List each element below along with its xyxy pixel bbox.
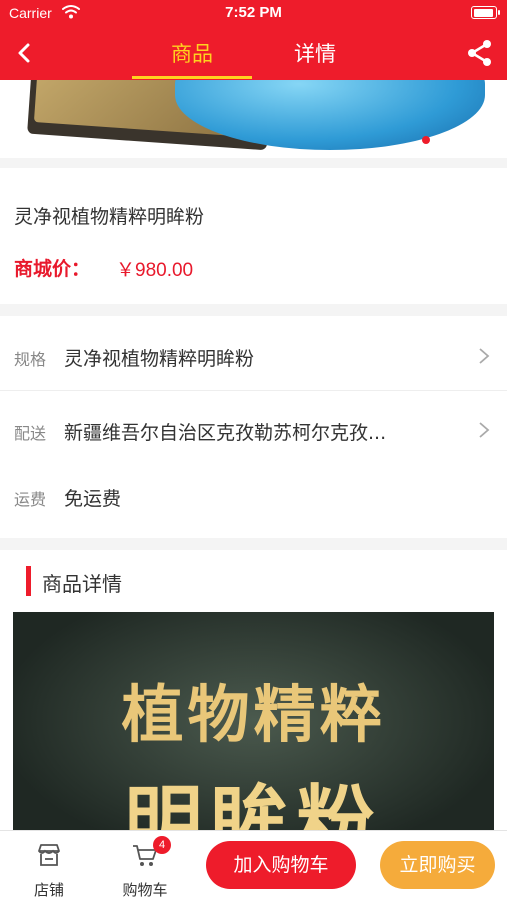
spec-value: 灵净视植物精粹明眸粉	[64, 348, 255, 370]
add-to-cart-button[interactable]: 加入购物车	[206, 841, 356, 889]
detail-title: 商品详情	[42, 572, 122, 596]
tab-goods[interactable]: 商品	[142, 38, 242, 78]
share-icon[interactable]	[465, 38, 495, 68]
chevron-right-icon	[479, 422, 490, 438]
section-accent-bar	[26, 566, 31, 596]
store-button[interactable]: 店铺	[19, 837, 79, 899]
delivery-row[interactable]: 配送 新疆维吾尔自治区克孜勒苏柯尔克孜...	[0, 396, 507, 462]
detail-image-heading: 植物精粹	[121, 678, 386, 751]
divider	[0, 390, 507, 391]
tab-detail[interactable]: 详情	[265, 38, 365, 78]
product-title: 灵净视植物精粹明眸粉	[14, 206, 205, 228]
shipping-row: 运费 免运费	[0, 462, 507, 528]
chevron-right-icon	[479, 348, 490, 364]
spec-label: 规格	[14, 350, 47, 369]
status-time: 7:52 PM	[225, 4, 282, 21]
shipping-label: 运费	[14, 490, 47, 509]
cart-count-badge: 4	[153, 836, 171, 854]
store-icon	[38, 844, 60, 866]
battery-icon	[471, 6, 500, 19]
detail-image: 植物精粹 明眸粉	[13, 612, 494, 852]
product-detail-section: 商品详情 植物精粹 明眸粉	[0, 550, 507, 852]
bottom-action-bar: 店铺 4 购物车 加入购物车 立即购买	[0, 830, 507, 900]
spec-section: 规格 灵净视植物精粹明眸粉 配送 新疆维吾尔自治区克孜勒苏柯尔克孜... 运费 …	[0, 316, 507, 538]
product-info: 灵净视植物精粹明眸粉 商城价： ￥980.00	[0, 168, 507, 304]
spec-row[interactable]: 规格 灵净视植物精粹明眸粉	[0, 322, 507, 388]
price-label: 商城价：	[14, 258, 91, 280]
active-tab-indicator	[132, 76, 252, 79]
product-image-carousel[interactable]	[0, 80, 507, 158]
price-value: ￥980.00	[116, 260, 194, 281]
back-arrow-icon[interactable]	[12, 39, 40, 67]
store-label: 店铺	[33, 881, 64, 899]
cart-label: 购物车	[122, 881, 168, 899]
buy-now-button[interactable]: 立即购买	[380, 841, 495, 889]
delivery-value: 新疆维吾尔自治区克孜勒苏柯尔克孜...	[64, 422, 387, 444]
delivery-label: 配送	[14, 424, 47, 443]
carousel-indicator-dot[interactable]	[422, 136, 430, 144]
cart-button[interactable]: 4 购物车	[115, 836, 175, 899]
shipping-value: 免运费	[64, 488, 122, 510]
nav-bar: 商品 详情	[0, 26, 507, 80]
status-bar: Carrier 7:52 PM	[0, 0, 507, 26]
